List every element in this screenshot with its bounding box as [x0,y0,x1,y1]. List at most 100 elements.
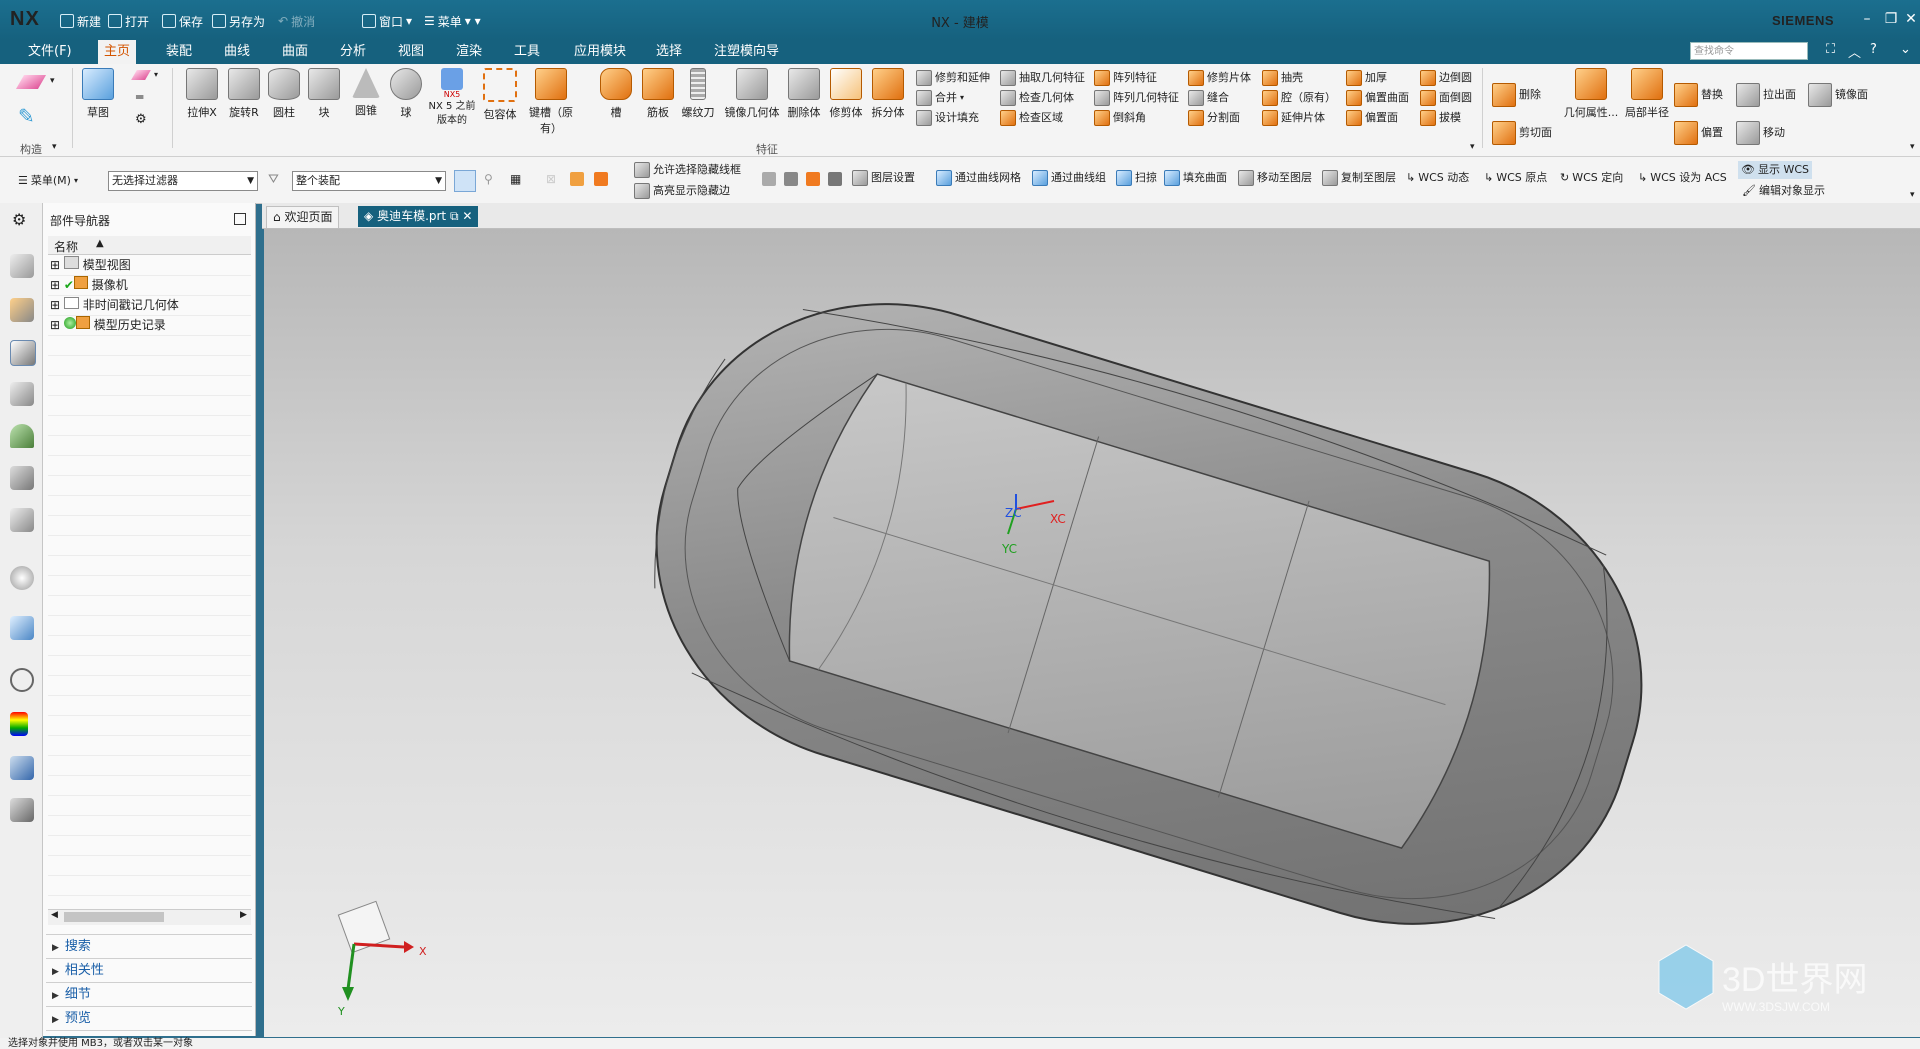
tree-row-cameras[interactable]: ⊞ ✔ 摄像机 [50,276,250,295]
type-filter-icon[interactable]: ▦ [510,172,526,188]
chevron-down-icon[interactable]: ▾ [1470,142,1475,152]
tab-assembly[interactable]: 装配 [160,40,198,64]
section-details[interactable]: ▶ 细节 [46,982,252,1006]
expand-icon[interactable]: ⊞ [50,318,60,332]
system-tools-icon[interactable] [10,798,34,822]
tab-surface[interactable]: 曲面 [276,40,314,64]
close-tab-icon[interactable]: ✕ [462,209,472,223]
point-icon[interactable] [806,172,820,186]
deselect-icon[interactable]: ⊠ [546,172,560,186]
name-column-header[interactable]: 名称 [54,238,78,255]
shell-button[interactable]: 抽壳 [1262,68,1336,88]
replace-face-button[interactable]: 替换 [1674,76,1723,114]
help-icon[interactable]: ? [1870,42,1877,57]
through-curves-button[interactable]: 通过曲线组 [1032,168,1106,188]
chevron-down-icon[interactable]: ▾ [50,76,55,86]
thread-button[interactable]: 螺纹刀 [676,66,720,120]
edit-object-display-button[interactable]: 🖌 编辑对象显示 [1742,182,1825,200]
nx5-legacy-button[interactable]: NX5 NX 5 之前版本的 [426,66,478,127]
tab-view[interactable]: 视图 [392,40,430,64]
chevron-down-icon[interactable]: ▾ [1910,142,1915,152]
scrollbar-thumb[interactable] [64,912,164,922]
show-wcs-toggle[interactable]: 👁 显示 WCS [1738,161,1813,179]
wcs-dynamic-button[interactable]: ↳ WCS 动态 [1406,168,1469,188]
restore-button[interactable]: ❐ [1880,9,1902,29]
history-clock-icon[interactable] [10,668,34,692]
tab-render[interactable]: 渲染 [450,40,488,64]
cavity-legacy-button[interactable]: 腔（原有） [1262,88,1336,108]
chamfer-button[interactable]: 倒斜角 [1094,108,1179,128]
tree-row-model-history[interactable]: ⊞ 模型历史记录 [50,316,250,335]
copy-to-layer-button[interactable]: 复制至图层 [1322,168,1396,188]
fullscreen-icon[interactable]: ⛶ [1826,42,1835,57]
tab-analysis[interactable]: 分析 [334,40,372,64]
assembly-navigator-icon[interactable] [10,298,34,322]
swept-button[interactable]: 扫掠 [1116,168,1157,188]
tab-tools[interactable]: 工具 [508,40,546,64]
offset-face-button[interactable]: 偏置面 [1346,108,1409,128]
shaded-icon[interactable] [784,172,798,186]
fill-surface-button[interactable]: 填充曲面 [1164,168,1227,188]
tab-selection[interactable]: 选择 [650,40,688,64]
tab-file[interactable]: 文件(F) [22,40,78,64]
tab-welcome-page[interactable]: ⌂ 欢迎页面 [266,206,340,228]
extract-geometry-button[interactable]: 抽取几何特征 [1000,68,1085,88]
wcs-origin-button[interactable]: ↳ WCS 原点 [1484,168,1547,188]
tab-app-modules[interactable]: 应用模块 [568,40,632,64]
move-face-button[interactable]: 移动 [1736,114,1796,152]
rib-button[interactable]: 筋板 [636,66,680,120]
trim-sheet-button[interactable]: 修剪片体 [1188,68,1251,88]
thicken-button[interactable]: 加厚 [1346,68,1409,88]
select-feature-icon[interactable]: ⚲ [484,172,500,188]
pull-face-button[interactable]: 拉出面 [1736,76,1796,114]
scroll-left-icon[interactable]: ◀ [51,910,58,920]
tab-home[interactable]: 主页 [98,40,137,65]
selection-filter-select[interactable]: 无选择过滤器 ▼ [108,171,258,191]
draft-button[interactable]: 拔模 [1420,108,1472,128]
wcs-set-acs-button[interactable]: ↳ WCS 设为 ACS [1638,168,1727,188]
pattern-feature-button[interactable]: 阵列特征 [1094,68,1179,88]
section-dependencies[interactable]: ▶ 相关性 [46,958,252,982]
part-icon[interactable] [10,382,34,406]
tree-row-model-views[interactable]: ⊞ 模型视图 [50,256,250,275]
mirror-face-button[interactable]: 镜像面 [1808,76,1868,114]
offset-region-button[interactable]: 偏置 [1674,114,1723,152]
divide-face-button[interactable]: 分割面 [1188,108,1251,128]
cone-button[interactable]: 圆锥 [344,66,388,118]
edge-blend-button[interactable]: 边倒圆 [1420,68,1472,88]
through-curve-mesh-button[interactable]: 通过曲线网格 [936,168,1021,188]
sphere-button[interactable]: 球 [384,66,428,120]
tab-part-file[interactable]: ◈ 奥迪车模.prt ⧉ ✕ [358,206,479,227]
examine-geometry-button[interactable]: 检查几何体 [1000,88,1085,108]
role-icon[interactable] [10,756,34,780]
selection-scope-select[interactable]: 整个装配 ▼ [292,171,446,191]
unite-button[interactable]: 合并 ▾ [916,88,990,108]
trim-body-button[interactable]: 修剪体 [824,66,868,120]
check-region-button[interactable]: 检查区域 [1000,108,1085,128]
revolve-button[interactable]: 旋转R [222,66,266,120]
sketch-button[interactable]: 草图 [76,66,120,120]
chevron-down-icon[interactable]: ▾ [154,70,158,79]
close-button[interactable]: ✕ [1900,9,1920,29]
chevron-down-icon[interactable]: ⌄ [1900,42,1911,57]
expand-icon[interactable]: ⊞ [50,278,60,292]
view-cube-icon[interactable] [762,172,776,186]
trim-extend-button[interactable]: 修剪和延伸 [916,68,990,88]
geometry-props-button[interactable]: 几何属性... [1562,66,1620,120]
design-fill-button[interactable]: 设计填充 [916,108,990,128]
scroll-right-icon[interactable]: ▶ [240,910,247,920]
layer-settings-button[interactable]: 图层设置 [852,168,915,188]
local-radius-button[interactable]: 局部半径 [1622,66,1672,120]
main-menu-button[interactable]: ☰ 菜单(M) ▾ [18,171,78,191]
bounding-body-button[interactable]: 包容体 [478,66,522,122]
point-icon[interactable]: ⚙ [135,112,147,127]
constraint-navigator-icon[interactable] [10,340,36,366]
tab-curve[interactable]: 曲线 [218,40,256,64]
car-model-render[interactable]: XC ZC YC X Y 3D世界网 WWW.3DSJW.COM [264,229,1920,1037]
cut-face-button[interactable]: 剪切面 [1492,114,1552,152]
chevron-down-icon[interactable]: ▾ [1910,190,1915,200]
expand-icon[interactable]: ⊞ [50,298,60,312]
settings-gear-icon[interactable]: ⚙ [12,210,26,229]
sew-button[interactable]: 缝合 [1188,88,1251,108]
reuse-library-icon[interactable] [10,424,34,448]
